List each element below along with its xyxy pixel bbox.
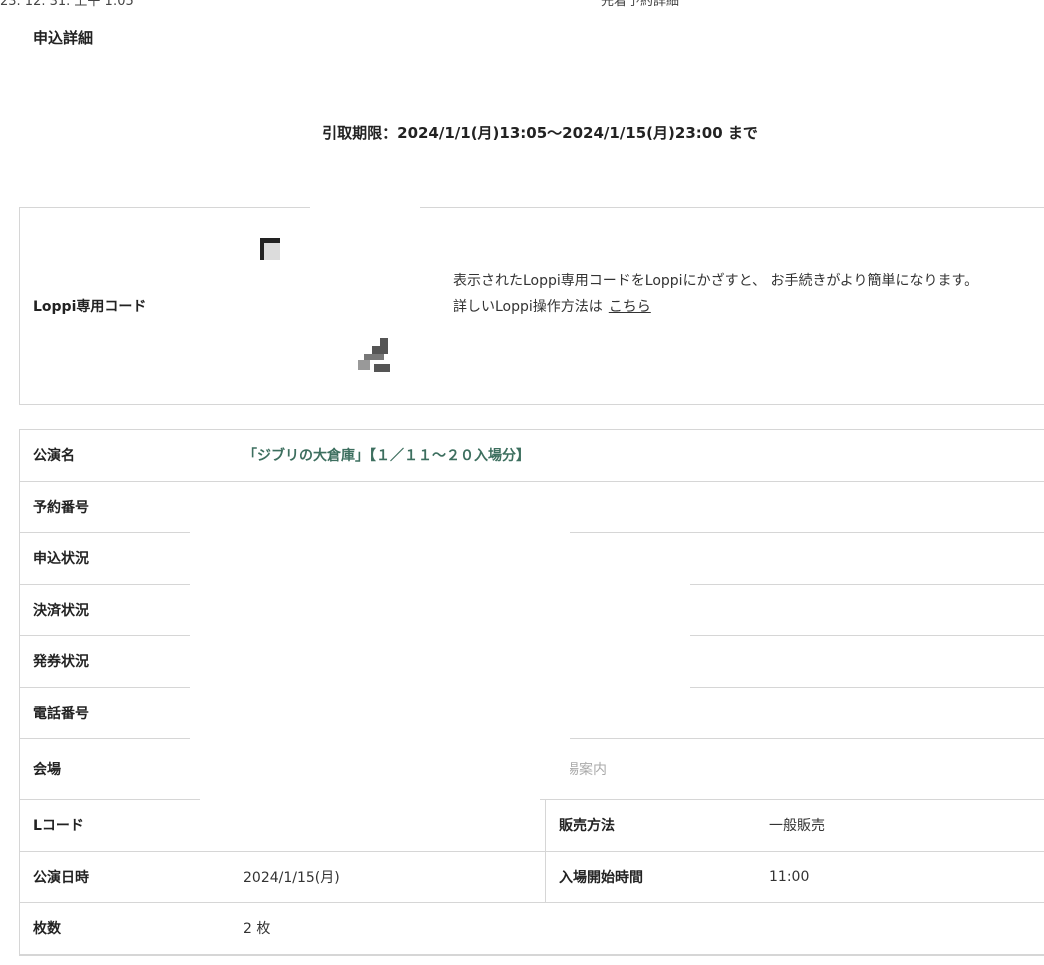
row-label: 入場開始時間 (559, 869, 643, 886)
loppi-code-label: Loppi専用コード (33, 299, 147, 315)
row-label: 公演日時 (33, 869, 89, 886)
redaction-mask (310, 207, 420, 237)
sales-method: 一般販売 (769, 818, 825, 835)
loppi-desc-line2: 詳しいLoppi操作方法は こちら (453, 294, 978, 320)
redaction-mask (190, 490, 570, 795)
window-header: 先着予約詳細 (601, 0, 680, 9)
column-divider (545, 851, 546, 902)
event-name: 「ジブリの大倉庫」【１／１１～２０入場分】 (243, 448, 530, 465)
loppi-description: 表示されたLoppi専用コードをLoppiにかざすと、 お手続きがより簡単になり… (453, 268, 978, 320)
redaction-mask (530, 555, 690, 695)
table-row: 公演日時 2024/1/15(月) 入場開始時間 11:00 (20, 851, 1044, 903)
page-title: 申込詳細 (33, 29, 94, 47)
column-divider (545, 800, 546, 851)
loppi-qr-code (250, 228, 400, 378)
top-status-line: 23. 12. 31. 上午 1:05 先着予約詳細 (0, 0, 1044, 9)
row-label: 販売方法 (559, 818, 615, 835)
table-row: 公演名 「ジブリの大倉庫」【１／１１～２０入場分】 (20, 430, 1044, 482)
performance-datetime: 2024/1/15(月) (243, 869, 340, 886)
qr-modules (358, 338, 400, 378)
row-label: Lコード (33, 818, 84, 835)
row-label: 枚数 (33, 921, 61, 938)
timestamp: 23. 12. 31. 上午 1:05 (0, 0, 134, 9)
ticket-count: 2 枚 (243, 921, 271, 938)
row-label: 電話番号 (33, 705, 89, 722)
qr-finder-pattern (260, 238, 280, 260)
pickup-deadline: 引取期限：2024/1/1(月)13:05〜2024/1/15(月)23:00 … (322, 124, 758, 142)
row-label: 公演名 (33, 448, 75, 465)
row-label: 予約番号 (33, 499, 89, 516)
loppi-desc-line1: 表示されたLoppi専用コードをLoppiにかざすと、 お手続きがより簡単になり… (453, 273, 979, 289)
redaction-mask (200, 790, 540, 850)
row-label: 会場 (33, 762, 61, 778)
row-label: 決済状況 (33, 602, 89, 619)
loppi-code-section: Loppi専用コード 表示されたLoppi専用コードをLoppiにかざすと、 お… (19, 207, 1044, 405)
entry-start-time: 11:00 (769, 868, 810, 885)
loppi-desc-text: 詳しいLoppi操作方法は (453, 299, 603, 315)
table-row: 枚数 2 枚 (20, 903, 1044, 955)
loppi-guide-link[interactable]: こちら (609, 299, 651, 315)
row-label: 申込状況 (33, 551, 89, 568)
venue-guide-text: 場案内 (565, 762, 607, 778)
row-label: 発券状況 (33, 654, 89, 671)
